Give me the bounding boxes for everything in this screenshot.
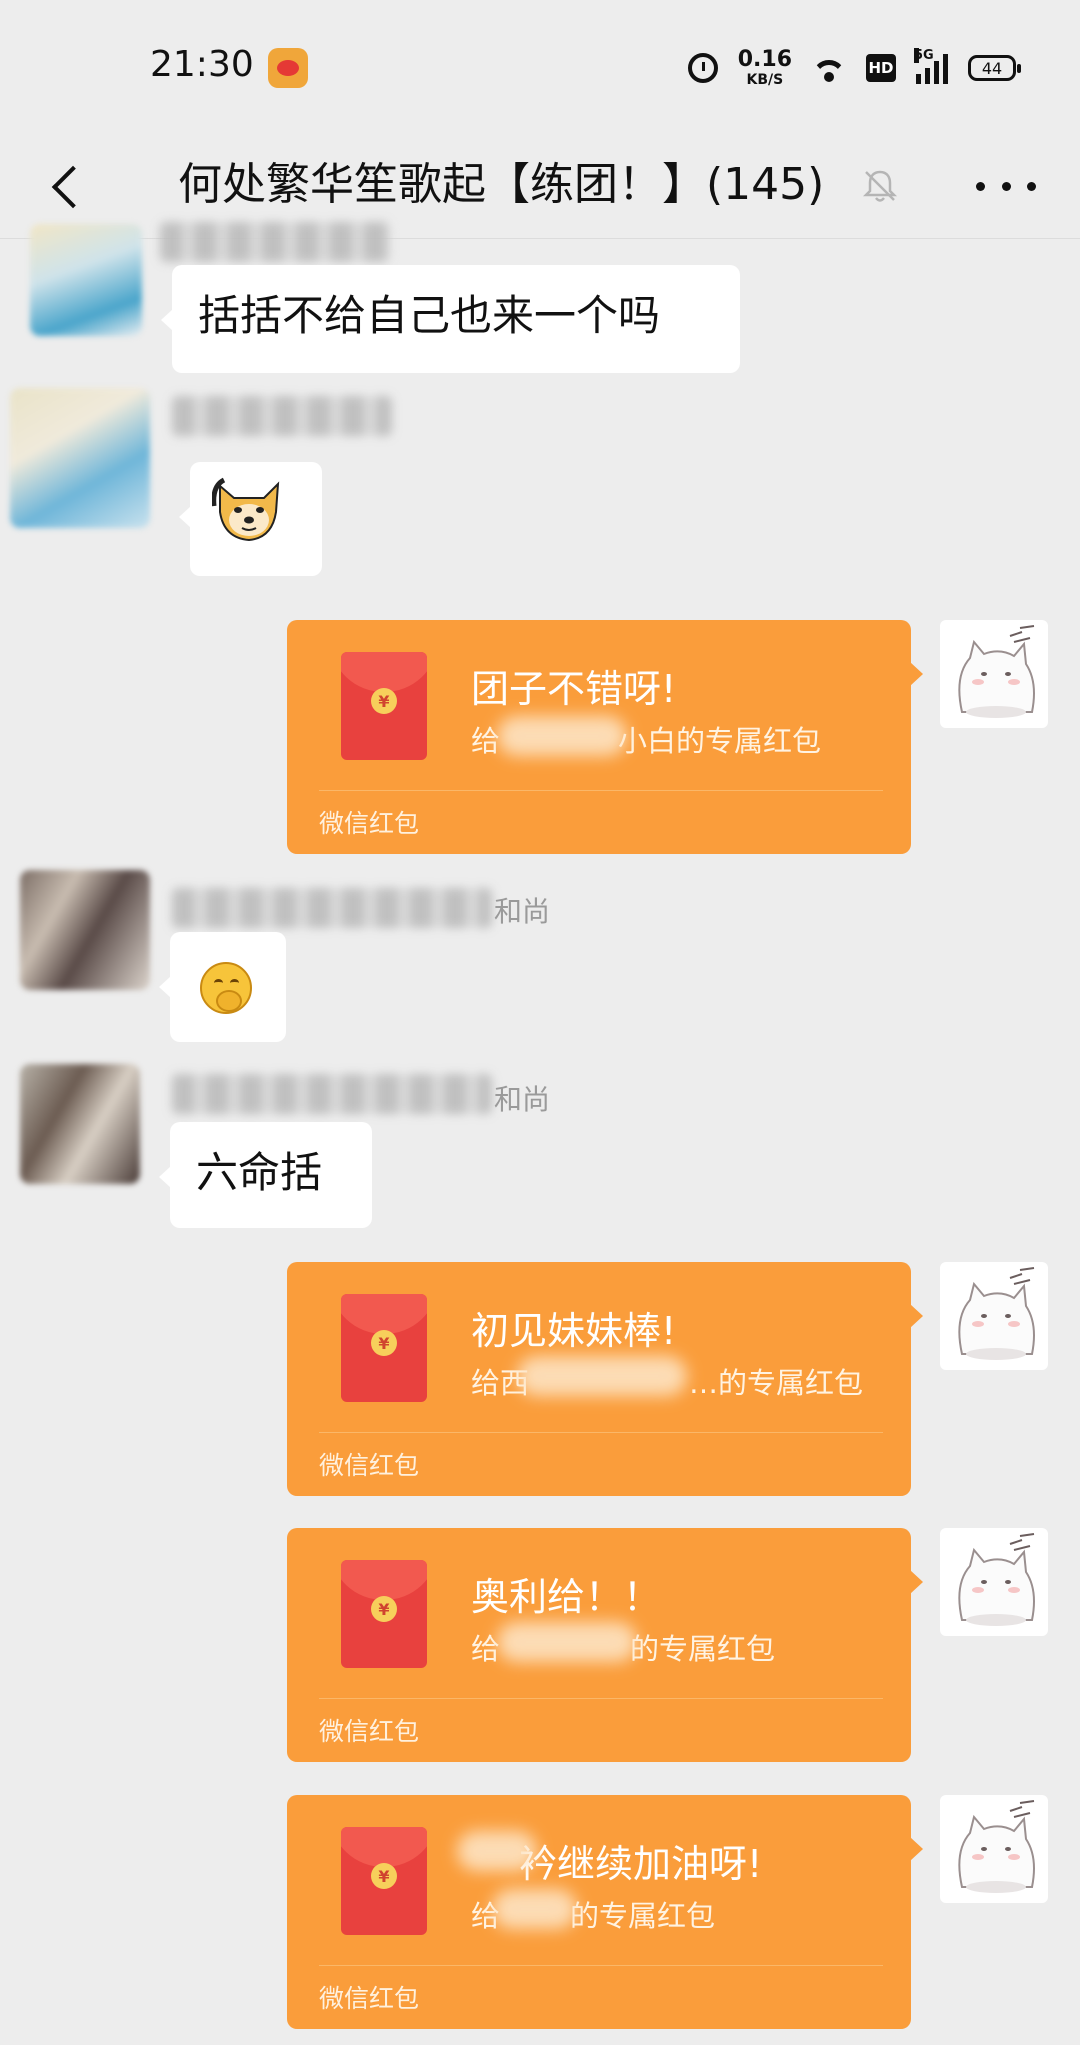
red-envelope-icon: ¥ [341,652,427,760]
signal-icon: 5G [914,48,948,84]
sender-avatar[interactable] [20,870,150,990]
red-packet-card[interactable]: ¥ 初见妹妹棒! 给西 …的专属红包 微信红包 [287,1262,923,1496]
sender-avatar[interactable] [20,1064,140,1184]
status-time: 21:30 [150,44,254,85]
network-speed-value: 0.16 [737,47,792,72]
red-packet-title: 奥利给！！ [471,1575,662,1619]
sender-name-redacted [172,1074,492,1114]
red-packet-title: 初见妹妹棒! [471,1309,677,1353]
sticker-bubble[interactable] [179,462,322,576]
red-packet-card[interactable]: ¥ 衿继续加油呀! 给的专属红包 微信红包 [287,1795,923,2029]
redacted-recipient [517,1356,687,1396]
self-avatar-cat[interactable] [940,620,1048,728]
wifi-icon [812,54,846,82]
divider [319,790,883,791]
red-envelope-icon: ¥ [341,1560,427,1668]
redacted-recipient [492,1889,577,1929]
network-speed-unit: KB/S [746,72,784,88]
divider [319,1698,883,1699]
battery-icon: 44 [968,55,1021,81]
alarm-icon [687,53,718,83]
red-packet-card[interactable]: ¥ 团子不错呀! 给小白的专属红包 微信红包 [287,620,923,854]
red-packet-footer: 微信红包 [319,1984,420,2013]
sender-name-redacted [172,888,492,928]
red-packet-footer: 微信红包 [319,1451,420,1480]
divider [319,1965,883,1966]
sender-avatar[interactable] [10,388,150,528]
network-type-label: 5G [914,48,934,63]
sender-name-redacted [172,396,392,436]
redacted-recipient [497,1622,637,1662]
sender-avatar[interactable] [30,224,142,336]
message-text: 括括不给自己也来一个吗 [198,291,661,340]
red-envelope-icon: ¥ [341,1827,427,1935]
hd-icon: HD [866,54,896,82]
weibo-notification-icon [268,48,308,88]
redacted-recipient [497,716,627,756]
message-text: 六命括 [196,1148,323,1197]
text-bubble[interactable]: 六命括 [159,1122,372,1228]
text-bubble[interactable]: 括括不给自己也来一个吗 [161,265,740,373]
self-avatar-cat[interactable] [940,1528,1048,1636]
sender-name-suffix: 和尚 [494,1083,551,1116]
red-packet-footer: 微信红包 [319,1717,420,1746]
self-avatar-cat[interactable] [940,1795,1048,1903]
muted-bell-icon [860,166,900,206]
red-envelope-icon: ¥ [341,1294,427,1402]
network-speed: 0.16 KB/S [737,47,792,88]
red-packet-card[interactable]: ¥ 奥利给！！ 给的专属红包 微信红包 [287,1528,923,1762]
divider [319,1432,883,1433]
status-icons: 0.16 KB/S HD 5G 44 [687,46,1021,90]
sender-name-redacted [160,222,390,262]
red-packet-title: 团子不错呀! [471,667,677,711]
doge-sticker-icon [212,477,280,542]
emoji-bubble[interactable] [159,932,286,1042]
thinking-face-emoji-icon [200,962,252,1014]
more-options-button[interactable] [976,166,1036,206]
self-avatar-cat[interactable] [940,1262,1048,1370]
battery-level: 44 [981,58,1003,78]
status-bar: 21:30 0.16 KB/S HD 5G 44 [0,0,1080,130]
sender-name-suffix: 和尚 [494,895,551,928]
red-packet-footer: 微信红包 [319,809,420,838]
back-arrow-icon[interactable] [38,152,102,216]
chat-title[interactable]: 何处繁华笙歌起【练团！】(145) [178,148,824,212]
redacted-title-start [457,1831,537,1871]
